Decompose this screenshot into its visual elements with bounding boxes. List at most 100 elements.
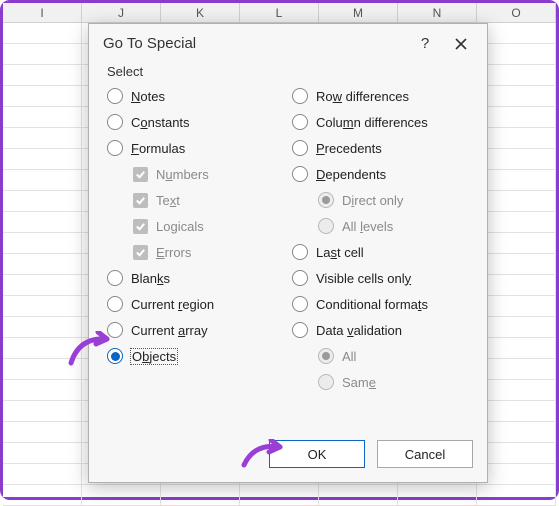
- cell[interactable]: [477, 86, 556, 107]
- cell[interactable]: [3, 464, 82, 485]
- radio-column-differences[interactable]: [292, 114, 308, 130]
- column-header[interactable]: J: [82, 3, 161, 22]
- radio-blanks[interactable]: [107, 270, 123, 286]
- cell[interactable]: [477, 233, 556, 254]
- cell[interactable]: [3, 401, 82, 422]
- option-dependents[interactable]: Dependents: [288, 161, 473, 187]
- option-visible-cells[interactable]: Visible cells only: [288, 265, 473, 291]
- cell[interactable]: [477, 44, 556, 65]
- cell[interactable]: [477, 296, 556, 317]
- cell[interactable]: [477, 65, 556, 86]
- cell[interactable]: [3, 107, 82, 128]
- radio-current-region[interactable]: [107, 296, 123, 312]
- radio-precedents[interactable]: [292, 140, 308, 156]
- cancel-button[interactable]: Cancel: [377, 440, 473, 468]
- radio-formulas[interactable]: [107, 140, 123, 156]
- cell[interactable]: [398, 485, 477, 506]
- option-column-differences[interactable]: Column differences: [288, 109, 473, 135]
- cell[interactable]: [3, 86, 82, 107]
- radio-conditional-formats[interactable]: [292, 296, 308, 312]
- radio-visible-cells[interactable]: [292, 270, 308, 286]
- cell[interactable]: [3, 191, 82, 212]
- option-data-validation[interactable]: Data validation: [288, 317, 473, 343]
- option-notes[interactable]: Notes: [103, 83, 288, 109]
- cell[interactable]: [3, 296, 82, 317]
- cell[interactable]: [3, 212, 82, 233]
- cell[interactable]: [477, 212, 556, 233]
- cell[interactable]: [3, 485, 82, 506]
- column-header[interactable]: I: [3, 3, 82, 22]
- option-numbers: Numbers: [103, 161, 288, 187]
- radio-row-differences[interactable]: [292, 88, 308, 104]
- option-last-cell[interactable]: Last cell: [288, 239, 473, 265]
- option-label: Errors: [156, 245, 191, 260]
- cell[interactable]: [477, 254, 556, 275]
- radio-dependents[interactable]: [292, 166, 308, 182]
- column-header[interactable]: M: [319, 3, 398, 22]
- cell[interactable]: [82, 485, 161, 506]
- cell[interactable]: [3, 422, 82, 443]
- option-objects[interactable]: Objects: [103, 343, 288, 369]
- cell[interactable]: [477, 401, 556, 422]
- radio-data-validation[interactable]: [292, 322, 308, 338]
- cell[interactable]: [319, 485, 398, 506]
- ok-button[interactable]: OK: [269, 440, 365, 468]
- radio-constants[interactable]: [107, 114, 123, 130]
- option-blanks[interactable]: Blanks: [103, 265, 288, 291]
- column-header[interactable]: O: [477, 3, 556, 22]
- option-current-region[interactable]: Current region: [103, 291, 288, 317]
- cell[interactable]: [477, 422, 556, 443]
- cell[interactable]: [3, 317, 82, 338]
- cell[interactable]: [477, 191, 556, 212]
- column-header[interactable]: L: [240, 3, 319, 22]
- column-header[interactable]: N: [398, 3, 477, 22]
- option-label: Row differences: [316, 89, 409, 104]
- radio-last-cell[interactable]: [292, 244, 308, 260]
- cell[interactable]: [477, 485, 556, 506]
- option-formulas[interactable]: Formulas: [103, 135, 288, 161]
- radio-notes[interactable]: [107, 88, 123, 104]
- cell[interactable]: [3, 128, 82, 149]
- option-current-array[interactable]: Current array: [103, 317, 288, 343]
- cell[interactable]: [477, 317, 556, 338]
- cell[interactable]: [3, 65, 82, 86]
- option-row-differences[interactable]: Row differences: [288, 83, 473, 109]
- option-label: Objects: [131, 349, 177, 364]
- cell[interactable]: [477, 107, 556, 128]
- cell[interactable]: [3, 44, 82, 65]
- cell[interactable]: [477, 128, 556, 149]
- cell[interactable]: [3, 149, 82, 170]
- close-button[interactable]: [443, 32, 479, 56]
- option-constants[interactable]: Constants: [103, 109, 288, 135]
- cell[interactable]: [477, 338, 556, 359]
- cell[interactable]: [240, 485, 319, 506]
- cell[interactable]: [3, 23, 82, 44]
- help-button[interactable]: ?: [407, 32, 443, 56]
- option-precedents[interactable]: Precedents: [288, 135, 473, 161]
- option-label: Column differences: [316, 115, 428, 130]
- cell[interactable]: [477, 275, 556, 296]
- option-text: Text: [103, 187, 288, 213]
- cell[interactable]: [3, 275, 82, 296]
- option-same: Same: [288, 369, 473, 395]
- cell[interactable]: [3, 443, 82, 464]
- cell[interactable]: [3, 338, 82, 359]
- cell[interactable]: [3, 233, 82, 254]
- cell[interactable]: [3, 380, 82, 401]
- cell[interactable]: [477, 443, 556, 464]
- cell[interactable]: [477, 380, 556, 401]
- cell[interactable]: [477, 464, 556, 485]
- cell[interactable]: [477, 149, 556, 170]
- radio-current-array[interactable]: [107, 322, 123, 338]
- option-conditional-formats[interactable]: Conditional formats: [288, 291, 473, 317]
- cell[interactable]: [3, 170, 82, 191]
- cell[interactable]: [477, 170, 556, 191]
- option-label: Current array: [131, 323, 208, 338]
- cell[interactable]: [161, 485, 240, 506]
- cell[interactable]: [477, 359, 556, 380]
- cell[interactable]: [477, 23, 556, 44]
- cell[interactable]: [3, 359, 82, 380]
- cell[interactable]: [3, 254, 82, 275]
- radio-objects[interactable]: [107, 348, 123, 364]
- column-header[interactable]: K: [161, 3, 240, 22]
